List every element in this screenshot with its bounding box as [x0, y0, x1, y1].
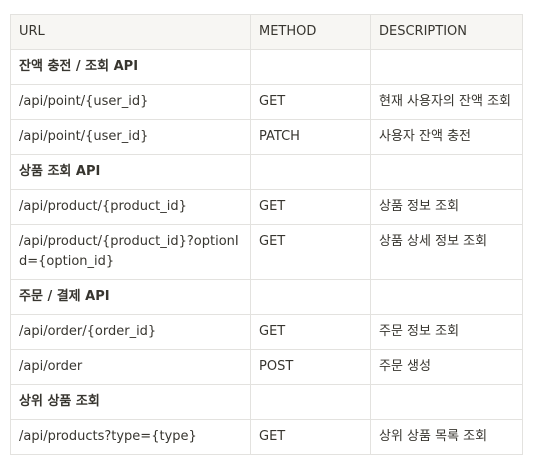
- cell-method: GET: [250, 84, 371, 120]
- table-body: 잔액 충전 / 조회 API /api/point/{user_id} GET …: [10, 49, 523, 455]
- header-description: DESCRIPTION: [370, 14, 523, 50]
- cell-method: GET: [250, 189, 371, 225]
- cell-method: [250, 154, 371, 190]
- group-label: 상품 조회 API: [10, 154, 251, 190]
- cell-url: /api/order: [10, 349, 251, 385]
- cell-description: 주문 생성: [370, 349, 523, 385]
- header-url: URL: [10, 14, 251, 50]
- cell-method: [250, 279, 371, 315]
- table-row: /api/point/{user_id} GET 현재 사용자의 잔액 조회: [10, 84, 523, 120]
- cell-description: 사용자 잔액 충전: [370, 119, 523, 155]
- table-row: /api/product/{product_id} GET 상품 정보 조회: [10, 189, 523, 225]
- cell-description: [370, 49, 523, 85]
- group-label: 잔액 충전 / 조회 API: [10, 49, 251, 85]
- cell-url: /api/point/{user_id}: [10, 119, 251, 155]
- table-header: URL METHOD DESCRIPTION: [10, 14, 523, 50]
- cell-method: GET: [250, 419, 371, 455]
- table-row: /api/order/{order_id} GET 주문 정보 조회: [10, 314, 523, 350]
- cell-description: [370, 279, 523, 315]
- cell-description: 주문 정보 조회: [370, 314, 523, 350]
- cell-description: 상품 정보 조회: [370, 189, 523, 225]
- cell-description: 현재 사용자의 잔액 조회: [370, 84, 523, 120]
- cell-method: GET: [250, 314, 371, 350]
- cell-description: 상위 상품 목록 조회: [370, 419, 523, 455]
- table-row: /api/point/{user_id} PATCH 사용자 잔액 충전: [10, 119, 523, 155]
- cell-url: /api/order/{order_id}: [10, 314, 251, 350]
- cell-method: POST: [250, 349, 371, 385]
- group-row: 잔액 충전 / 조회 API: [10, 49, 523, 85]
- header-row: URL METHOD DESCRIPTION: [10, 14, 523, 50]
- table-row: /api/product/{product_id}?optionId={opti…: [10, 224, 523, 280]
- cell-method: PATCH: [250, 119, 371, 155]
- cell-description: 상품 상세 정보 조회: [370, 224, 523, 280]
- group-row: 주문 / 결제 API: [10, 279, 523, 315]
- header-method: METHOD: [250, 14, 371, 50]
- cell-url: /api/product/{product_id}: [10, 189, 251, 225]
- cell-method: GET: [250, 224, 371, 280]
- cell-description: [370, 384, 523, 420]
- cell-url: /api/product/{product_id}?optionId={opti…: [10, 224, 251, 280]
- api-table: URL METHOD DESCRIPTION 잔액 충전 / 조회 API /a…: [10, 14, 523, 455]
- cell-description: [370, 154, 523, 190]
- table-row: /api/order POST 주문 생성: [10, 349, 523, 385]
- group-label: 주문 / 결제 API: [10, 279, 251, 315]
- group-label: 상위 상품 조회: [10, 384, 251, 420]
- cell-method: [250, 49, 371, 85]
- table-row: /api/products?type={type} GET 상위 상품 목록 조…: [10, 419, 523, 455]
- cell-url: /api/point/{user_id}: [10, 84, 251, 120]
- cell-url: /api/products?type={type}: [10, 419, 251, 455]
- cell-method: [250, 384, 371, 420]
- group-row: 상위 상품 조회: [10, 384, 523, 420]
- group-row: 상품 조회 API: [10, 154, 523, 190]
